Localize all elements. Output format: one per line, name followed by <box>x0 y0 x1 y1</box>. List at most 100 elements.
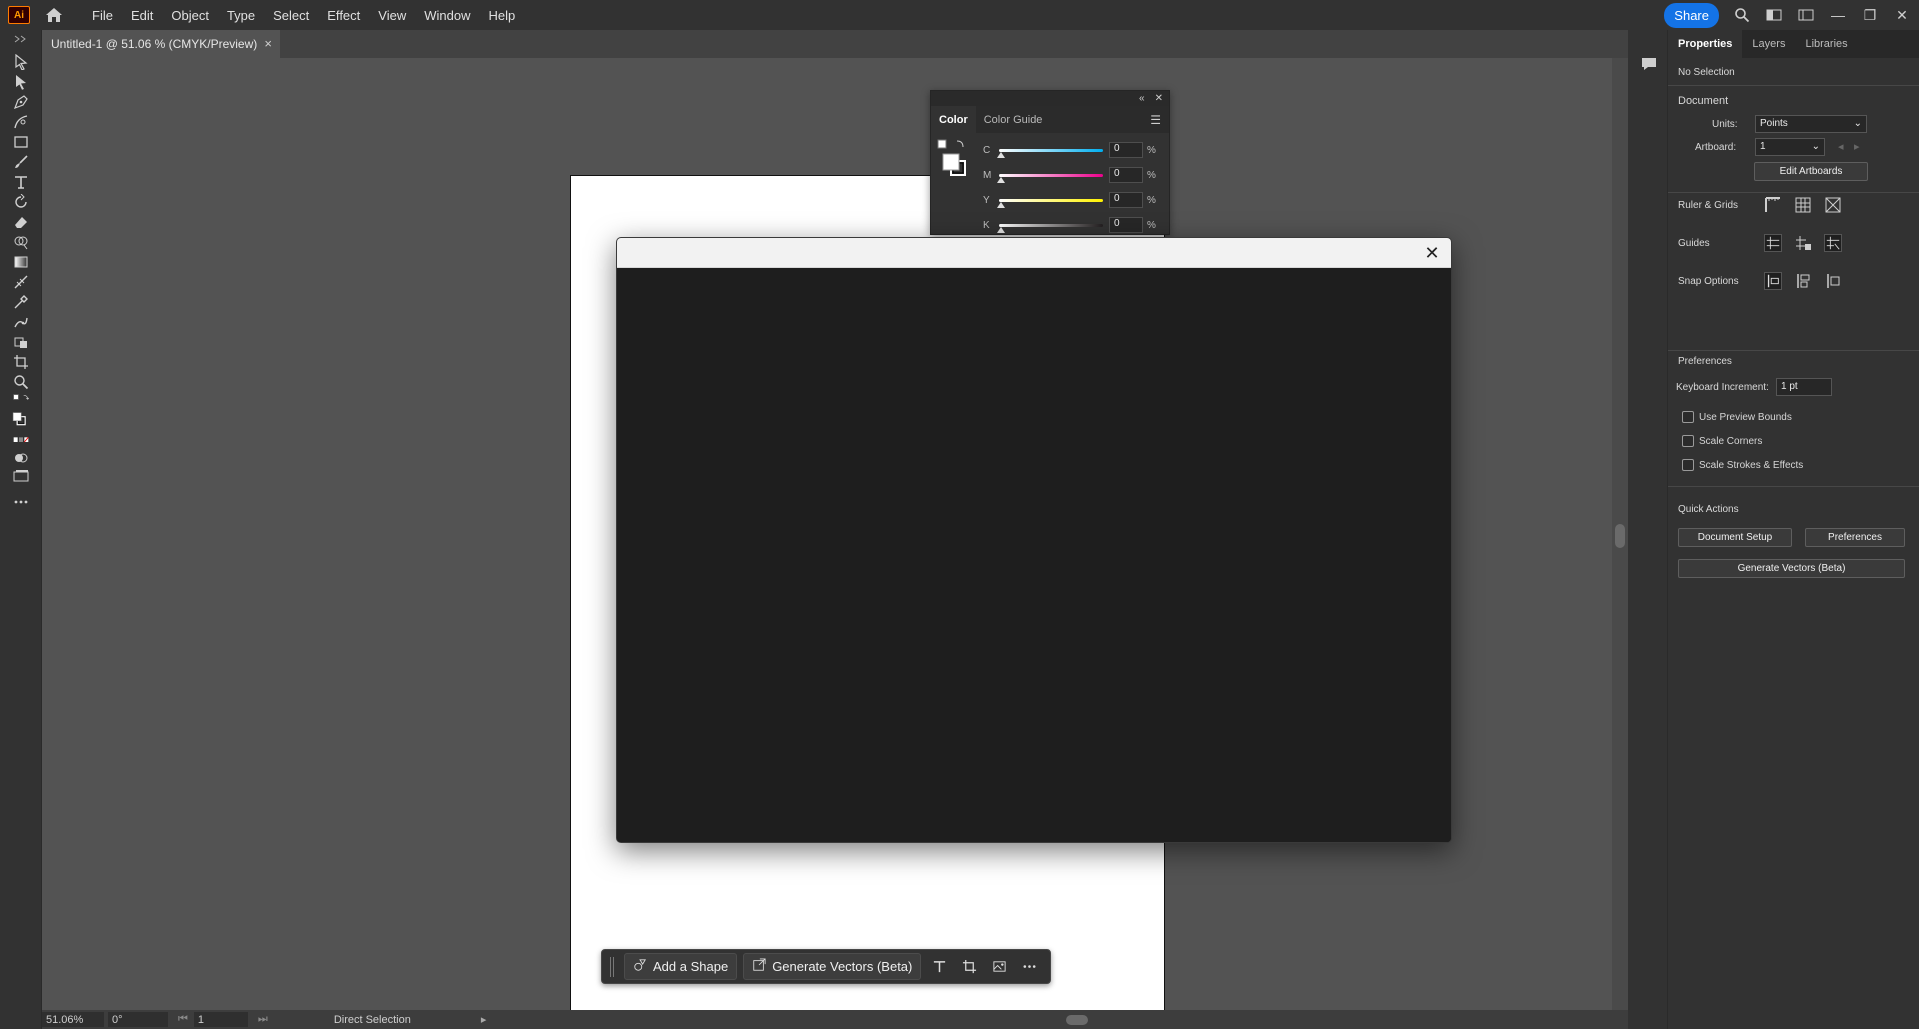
preferences-button[interactable]: Preferences <box>1805 528 1905 547</box>
restore-icon[interactable]: ❐ <box>1861 6 1879 24</box>
yellow-track[interactable] <box>997 198 1103 208</box>
minimize-icon[interactable]: — <box>1829 6 1847 24</box>
draw-mode-icon[interactable] <box>10 448 32 468</box>
menu-effect[interactable]: Effect <box>319 4 368 27</box>
panel-menu-icon[interactable]: ☰ <box>1150 113 1161 127</box>
black-track[interactable] <box>997 223 1103 233</box>
status-arrow-icon[interactable]: ▸ <box>481 1013 487 1026</box>
mesh-tool-icon[interactable] <box>10 272 32 292</box>
artboard-select[interactable]: 1 ⌄ <box>1755 138 1825 156</box>
scale-corners-checkbox[interactable] <box>1682 435 1694 447</box>
document-tab[interactable]: Untitled-1 @ 51.06 % (CMYK/Preview) × <box>42 30 280 58</box>
cyan-slider[interactable]: C 0 % <box>983 142 1156 158</box>
workspace-switcher-icon[interactable] <box>1797 6 1815 24</box>
cyan-value[interactable]: 0 <box>1109 142 1143 158</box>
selection-tool-icon[interactable] <box>10 52 32 72</box>
grid-icon[interactable] <box>1794 196 1812 214</box>
prev-artboard-icon[interactable]: ◂ <box>1838 140 1844 153</box>
smart-guides-icon[interactable] <box>1824 234 1842 252</box>
menu-object[interactable]: Object <box>163 4 217 27</box>
curvature-tool-icon[interactable] <box>10 112 32 132</box>
collapse-panel-icon[interactable] <box>10 34 32 44</box>
first-artboard-icon[interactable]: ⏮ <box>178 1013 188 1026</box>
snap-to-glyph-icon[interactable] <box>1824 272 1842 290</box>
zoom-tool-icon[interactable] <box>10 372 32 392</box>
vertical-scrollbar[interactable] <box>1612 58 1628 1010</box>
vertical-scrollbar-thumb[interactable] <box>1615 524 1625 548</box>
generate-vectors-taskbar-button[interactable]: Generate Vectors (Beta) <box>743 953 922 980</box>
fill-stroke-swatch-icon[interactable] <box>937 139 971 186</box>
more-tools-icon[interactable] <box>10 492 32 512</box>
dialog-titlebar[interactable]: ✕ <box>617 238 1451 268</box>
type-icon[interactable] <box>927 955 951 979</box>
magenta-slider[interactable]: M 0 % <box>983 167 1156 183</box>
cyan-track[interactable] <box>997 148 1103 158</box>
collapse-icon[interactable]: « <box>1139 93 1145 104</box>
yellow-slider[interactable]: Y 0 % <box>983 192 1156 208</box>
comments-icon[interactable] <box>1640 56 1658 75</box>
keyboard-increment-field[interactable]: 1 pt <box>1776 378 1832 396</box>
magenta-value[interactable]: 0 <box>1109 167 1143 183</box>
rectangle-tool-icon[interactable] <box>10 132 32 152</box>
close-tab-icon[interactable]: × <box>264 36 272 51</box>
last-artboard-icon[interactable]: ⏭ <box>258 1013 268 1026</box>
next-artboard-icon[interactable]: ▸ <box>1854 140 1860 153</box>
menu-edit[interactable]: Edit <box>123 4 161 27</box>
menu-file[interactable]: File <box>84 4 121 27</box>
document-setup-button[interactable]: Document Setup <box>1678 528 1792 547</box>
dialog-close-icon[interactable]: ✕ <box>1423 243 1441 263</box>
share-button[interactable]: Share <box>1664 2 1719 28</box>
artboard-number-field[interactable]: 1 <box>193 1012 248 1027</box>
type-tool-icon[interactable] <box>10 172 32 192</box>
generate-vectors-button[interactable]: Generate Vectors (Beta) <box>1678 559 1905 578</box>
artboard-tool-icon[interactable] <box>10 352 32 372</box>
use-preview-bounds-checkbox[interactable] <box>1682 411 1694 423</box>
tab-color[interactable]: Color <box>931 106 976 133</box>
show-guides-icon[interactable] <box>1764 234 1782 252</box>
black-value[interactable]: 0 <box>1109 217 1143 233</box>
tab-libraries[interactable]: Libraries <box>1795 30 1857 58</box>
scale-strokes-checkbox[interactable] <box>1682 459 1694 471</box>
yellow-handle[interactable] <box>997 201 1005 208</box>
symbol-sprayer-tool-icon[interactable] <box>10 332 32 352</box>
cyan-handle[interactable] <box>997 151 1005 158</box>
lock-guides-icon[interactable] <box>1794 234 1812 252</box>
tab-properties[interactable]: Properties <box>1668 30 1743 58</box>
magenta-track[interactable] <box>997 173 1103 183</box>
color-mode-icon[interactable] <box>10 434 32 446</box>
pen-tool-icon[interactable] <box>10 92 32 112</box>
menu-select[interactable]: Select <box>265 4 317 27</box>
eraser-tool-icon[interactable] <box>10 212 32 232</box>
tab-layers[interactable]: Layers <box>1742 30 1795 58</box>
tab-color-guide[interactable]: Color Guide <box>976 106 1051 133</box>
horizontal-scrollbar-thumb[interactable] <box>1066 1015 1088 1025</box>
black-slider[interactable]: K 0 % <box>983 217 1156 233</box>
drag-handle[interactable] <box>610 956 614 977</box>
units-select[interactable]: Points ⌄ <box>1755 115 1867 133</box>
edit-artboards-button[interactable]: Edit Artboards <box>1754 162 1868 181</box>
gradient-tool-icon[interactable] <box>10 252 32 272</box>
direct-selection-tool-icon[interactable] <box>10 72 32 92</box>
snap-to-point-icon[interactable] <box>1764 272 1782 290</box>
arrange-documents-icon[interactable] <box>1765 6 1783 24</box>
search-icon[interactable] <box>1733 6 1751 24</box>
paintbrush-tool-icon[interactable] <box>10 152 32 172</box>
add-shape-button[interactable]: Add a Shape <box>624 953 738 980</box>
menu-view[interactable]: View <box>370 4 414 27</box>
transparency-grid-icon[interactable] <box>1824 196 1842 214</box>
swap-fill-stroke-icon[interactable] <box>10 391 32 405</box>
yellow-value[interactable]: 0 <box>1109 192 1143 208</box>
puppet-warp-tool-icon[interactable] <box>10 312 32 332</box>
rotate-tool-icon[interactable] <box>10 192 32 212</box>
zoom-field[interactable]: 51.06% <box>42 1012 104 1027</box>
artboard-icon[interactable] <box>957 955 981 979</box>
home-icon[interactable] <box>44 6 64 24</box>
snap-to-pixel-icon[interactable] <box>1794 272 1812 290</box>
screen-mode-icon[interactable] <box>10 466 32 486</box>
menu-help[interactable]: Help <box>480 4 523 27</box>
import-image-icon[interactable] <box>987 955 1011 979</box>
ruler-icon[interactable] <box>1764 196 1782 214</box>
more-options-icon[interactable] <box>1017 955 1041 979</box>
rotation-field[interactable]: 0° <box>108 1012 168 1027</box>
menu-window[interactable]: Window <box>416 4 478 27</box>
